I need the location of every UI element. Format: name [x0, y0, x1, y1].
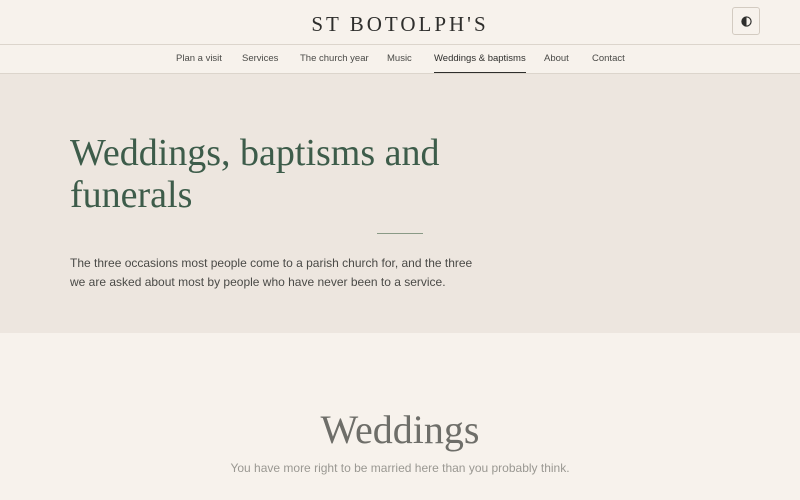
nav-item-weddings-baptisms[interactable]: Weddings & baptisms — [434, 45, 526, 73]
nav-item-the-church-year[interactable]: The church year — [300, 45, 369, 73]
nav-item-music[interactable]: Music — [387, 45, 412, 73]
nav-item-about[interactable]: About — [544, 45, 569, 73]
hero-divider — [377, 233, 423, 234]
hero-intro-text: The three occasions most people come to … — [70, 256, 473, 289]
half-circle-contrast-icon — [741, 16, 752, 27]
weddings-subtitle: You have more right to be married here t… — [230, 461, 570, 475]
nav-item-contact[interactable]: Contact — [592, 45, 625, 73]
theme-toggle-button[interactable] — [732, 7, 760, 35]
site-header: ST BOTOLPH'S — [0, 0, 800, 45]
nav-item-services[interactable]: Services — [242, 45, 278, 73]
main-nav: Plan a visit Services The church year Mu… — [0, 45, 800, 74]
page-title: Weddings, baptisms and funerals — [70, 132, 440, 216]
site-title[interactable]: ST BOTOLPH'S — [0, 11, 800, 37]
hero-section: Weddings, baptisms and funerals The thre… — [0, 74, 800, 333]
weddings-heading: Weddings — [320, 407, 480, 452]
nav-item-plan-a-visit[interactable]: Plan a visit — [176, 45, 222, 73]
